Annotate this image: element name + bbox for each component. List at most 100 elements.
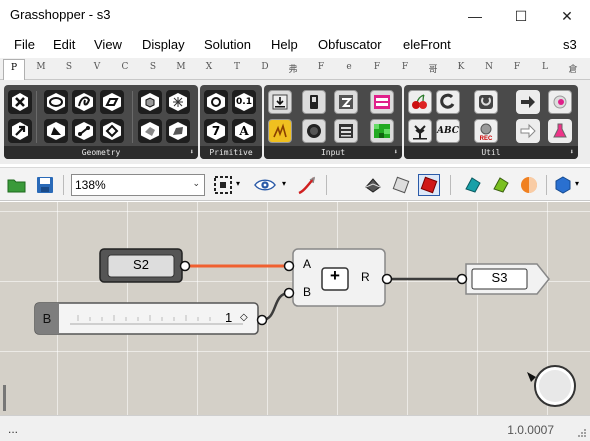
mesh-icon[interactable] bbox=[166, 90, 190, 114]
boolean-icon[interactable] bbox=[204, 90, 228, 114]
relay-icon[interactable] bbox=[516, 90, 540, 114]
pull-down-icon[interactable] bbox=[268, 90, 292, 114]
gradient-icon[interactable] bbox=[370, 90, 394, 114]
blue-hexagon-icon[interactable] bbox=[552, 174, 574, 196]
chevron-down-icon[interactable]: ▾ bbox=[236, 179, 240, 188]
input-grip-b[interactable] bbox=[283, 287, 295, 299]
integer-icon[interactable]: 7 bbox=[204, 119, 228, 143]
menu-solution[interactable]: Solution bbox=[204, 37, 251, 52]
panel-icon[interactable] bbox=[370, 119, 394, 143]
curve-icon[interactable] bbox=[72, 90, 96, 114]
ribbon-group-caption[interactable]: Input ⬇ bbox=[264, 146, 402, 159]
input-grip-a[interactable] bbox=[283, 260, 295, 272]
graph-canvas[interactable]: S2 B 1 ◇ A B R + S3 bbox=[0, 202, 590, 415]
heat-icon[interactable] bbox=[268, 119, 292, 143]
tab-plugin-5[interactable]: F bbox=[398, 62, 412, 72]
maximize-button[interactable]: ☐ bbox=[498, 0, 544, 32]
sketch-pen-icon[interactable] bbox=[296, 174, 318, 196]
bake-green-icon[interactable] bbox=[490, 174, 512, 196]
preview-selected-icon[interactable] bbox=[418, 174, 440, 196]
tab-plugin-4[interactable]: F bbox=[370, 62, 384, 72]
field-icon[interactable] bbox=[44, 119, 68, 143]
rec-icon[interactable]: REC bbox=[474, 119, 498, 143]
minimize-button[interactable]: — bbox=[452, 0, 498, 32]
surface-icon[interactable] bbox=[100, 90, 124, 114]
menu-view[interactable]: View bbox=[94, 37, 122, 52]
menu-obfuscator[interactable]: Obfuscator bbox=[318, 37, 382, 52]
tab-plugin-2[interactable]: F bbox=[314, 62, 328, 72]
plane-icon[interactable] bbox=[72, 119, 96, 143]
menu-edit[interactable]: Edit bbox=[53, 37, 75, 52]
potion-icon[interactable] bbox=[548, 119, 572, 143]
resize-grip-icon[interactable] bbox=[577, 428, 587, 438]
ring-icon[interactable] bbox=[436, 90, 460, 114]
zoom-select[interactable]: 138% ⌄ bbox=[71, 174, 205, 196]
preview-wireframe-icon[interactable] bbox=[362, 174, 384, 196]
tab-display[interactable]: D bbox=[258, 62, 272, 72]
text-tag-icon[interactable]: ABC bbox=[436, 119, 460, 143]
tab-curve[interactable]: C bbox=[118, 62, 132, 72]
number-icon[interactable]: 0.1 bbox=[232, 90, 256, 114]
output-grip[interactable] bbox=[256, 314, 268, 326]
ribbon-group-caption[interactable]: Geometry ⬇ bbox=[4, 146, 198, 159]
open-folder-icon[interactable] bbox=[6, 174, 28, 196]
arrow-icon[interactable] bbox=[516, 119, 540, 143]
tab-plugin-11[interactable]: 倉 bbox=[566, 62, 580, 75]
list-icon[interactable] bbox=[334, 119, 358, 143]
preview-shaded-icon[interactable] bbox=[390, 174, 412, 196]
group-icon[interactable] bbox=[166, 119, 190, 143]
text-icon[interactable]: A bbox=[232, 119, 256, 143]
output-grip-r[interactable] bbox=[381, 273, 393, 285]
tab-plugin-6[interactable]: 哥 bbox=[426, 62, 440, 75]
ribbon-group-caption[interactable]: Util ⬇ bbox=[404, 146, 578, 159]
circle-icon[interactable] bbox=[44, 90, 68, 114]
button-icon[interactable] bbox=[302, 119, 326, 143]
cherry-icon[interactable] bbox=[408, 90, 432, 114]
tab-transform[interactable]: T bbox=[230, 62, 244, 72]
chevron-down-icon[interactable]: ▾ bbox=[282, 179, 286, 188]
tab-plugin-3[interactable]: e bbox=[342, 62, 356, 72]
expand-arrow-icon[interactable]: ⬇ bbox=[570, 146, 574, 159]
zoom-extents-icon[interactable] bbox=[212, 174, 234, 196]
tab-maths[interactable]: M bbox=[34, 62, 48, 72]
geometry-icon[interactable] bbox=[138, 119, 162, 143]
tab-plugin-10[interactable]: L bbox=[538, 62, 552, 72]
tab-plugin-9[interactable]: F bbox=[510, 62, 524, 72]
tree-icon[interactable] bbox=[408, 119, 432, 143]
menu-help[interactable]: Help bbox=[271, 37, 298, 52]
tab-surface[interactable]: S bbox=[146, 62, 160, 72]
save-icon[interactable] bbox=[34, 174, 56, 196]
tab-sets[interactable]: S bbox=[62, 62, 76, 72]
input-grip[interactable] bbox=[456, 273, 468, 285]
tab-plugin-1[interactable]: 弗 bbox=[286, 62, 300, 75]
chevron-down-icon[interactable]: ▾ bbox=[575, 179, 579, 188]
toggle-icon[interactable] bbox=[302, 90, 326, 114]
expand-arrow-icon[interactable]: ⬇ bbox=[394, 146, 398, 159]
tab-params[interactable]: P bbox=[3, 59, 25, 80]
hexagon-point-icon[interactable] bbox=[8, 90, 32, 114]
output-grip[interactable] bbox=[179, 260, 191, 272]
close-button[interactable]: ✕ bbox=[544, 0, 590, 32]
tab-plugin-8[interactable]: N bbox=[482, 62, 496, 72]
param-icon[interactable] bbox=[548, 90, 572, 114]
slider-value[interactable]: 1 bbox=[225, 310, 232, 325]
wire-slider-to-b[interactable] bbox=[261, 291, 290, 322]
vector-icon[interactable] bbox=[8, 119, 32, 143]
slider-marker-icon[interactable]: ◇ bbox=[240, 312, 248, 323]
tab-plugin-7[interactable]: K bbox=[454, 62, 468, 72]
menu-elefront[interactable]: eleFront bbox=[403, 37, 451, 52]
bake-teal-icon[interactable] bbox=[462, 174, 484, 196]
ribbon-group-caption[interactable]: Primitive bbox=[200, 146, 262, 159]
navigation-wheel-icon[interactable] bbox=[527, 365, 576, 407]
menu-display[interactable]: Display bbox=[142, 37, 185, 52]
tab-mesh[interactable]: M bbox=[174, 62, 188, 72]
box-icon[interactable] bbox=[138, 90, 162, 114]
brep-icon[interactable] bbox=[100, 119, 124, 143]
data-recorder-icon[interactable] bbox=[474, 90, 498, 114]
tab-intersect[interactable]: X bbox=[202, 62, 216, 72]
eye-icon[interactable] bbox=[254, 174, 276, 196]
slider-icon[interactable] bbox=[334, 90, 358, 114]
menu-file[interactable]: File bbox=[14, 37, 35, 52]
material-sphere-icon[interactable] bbox=[518, 174, 540, 196]
tab-vector[interactable]: V bbox=[90, 62, 104, 72]
